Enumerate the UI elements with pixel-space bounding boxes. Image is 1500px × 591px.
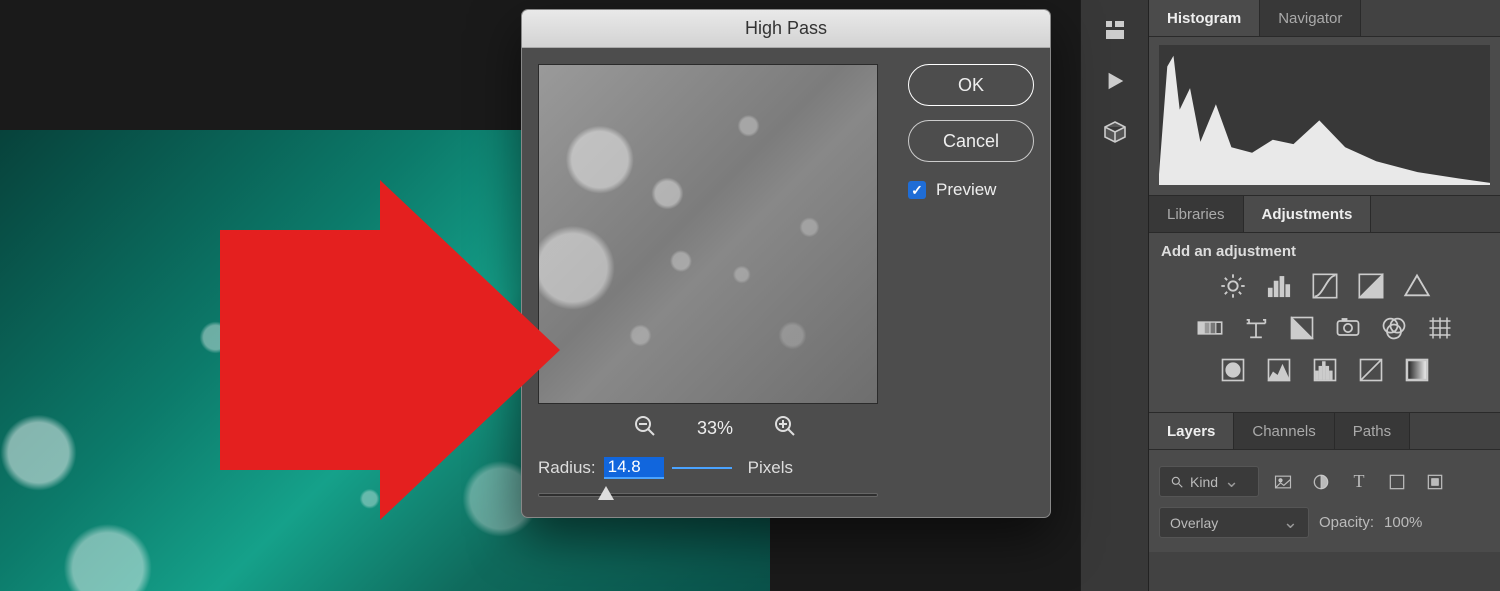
- hue-icon[interactable]: [1196, 314, 1224, 342]
- adjustments-row-1: [1161, 272, 1488, 300]
- channelmixer-icon[interactable]: [1380, 314, 1408, 342]
- colorlookup-icon[interactable]: [1426, 314, 1454, 342]
- gradient-map-icon[interactable]: [1403, 356, 1431, 384]
- invert-icon[interactable]: [1219, 356, 1247, 384]
- radius-row: Radius: 14.8 Pixels: [538, 457, 892, 479]
- radius-unit: Pixels: [748, 458, 793, 478]
- tab-histogram[interactable]: Histogram: [1149, 0, 1260, 36]
- adjustments-panel-tabs: Libraries Adjustments: [1149, 196, 1500, 233]
- filter-adjust-icon[interactable]: [1307, 468, 1335, 496]
- filter-shape-icon[interactable]: [1383, 468, 1411, 496]
- play-icon[interactable]: [1104, 70, 1126, 92]
- layers-panel-tabs: Layers Channels Paths: [1149, 413, 1500, 450]
- curves-icon[interactable]: [1311, 272, 1339, 300]
- zoom-in-icon[interactable]: [773, 414, 797, 443]
- high-pass-dialog: High Pass 33% Radius: 14.8 Pixels: [521, 9, 1051, 518]
- tab-channels[interactable]: Channels: [1234, 413, 1334, 449]
- opacity-value[interactable]: 100%: [1384, 514, 1422, 531]
- blackwhite-icon[interactable]: [1288, 314, 1316, 342]
- filter-pixel-icon[interactable]: [1269, 468, 1297, 496]
- histogram-panel: [1149, 37, 1500, 196]
- adjustments-row-3: [1161, 356, 1488, 384]
- tab-adjustments[interactable]: Adjustments: [1244, 196, 1372, 232]
- radius-label: Radius:: [538, 458, 596, 478]
- opacity-label: Opacity:: [1319, 514, 1374, 531]
- cube-icon[interactable]: [1103, 120, 1127, 144]
- ok-button[interactable]: OK: [908, 64, 1034, 106]
- histogram-panel-tabs: Histogram Navigator: [1149, 0, 1500, 37]
- filter-type-icon[interactable]: T: [1345, 468, 1373, 496]
- photofilter-icon[interactable]: [1334, 314, 1362, 342]
- adjustments-row-2: [1161, 314, 1488, 342]
- blend-mode-value: Overlay: [1170, 515, 1218, 531]
- adjustments-panel: Add an adjustment: [1149, 233, 1500, 413]
- collapsed-panel-strip: [1080, 0, 1148, 591]
- tab-navigator[interactable]: Navigator: [1260, 0, 1361, 36]
- threshold-icon[interactable]: [1311, 356, 1339, 384]
- layers-blend-row: Overlay ⌄ Opacity: 100%: [1159, 507, 1490, 538]
- layers-panel: Kind ⌄ T Overlay ⌄ Opacity: 100%: [1149, 450, 1500, 552]
- panel-icon-arrange[interactable]: [1103, 18, 1127, 42]
- vibrance-icon[interactable]: [1403, 272, 1431, 300]
- radius-input[interactable]: 14.8: [604, 457, 664, 479]
- right-panels: Histogram Navigator Libraries Adjustment…: [1148, 0, 1500, 591]
- exposure-icon[interactable]: [1357, 272, 1385, 300]
- blend-mode-dropdown[interactable]: Overlay ⌄: [1159, 507, 1309, 538]
- layer-filter-dropdown[interactable]: Kind ⌄: [1159, 466, 1259, 497]
- histogram-graph: [1159, 45, 1490, 185]
- cancel-button[interactable]: Cancel: [908, 120, 1034, 162]
- checkbox-icon[interactable]: ✓: [908, 181, 926, 199]
- zoom-level: 33%: [697, 418, 733, 439]
- layers-filter-row: Kind ⌄ T: [1159, 466, 1490, 497]
- dialog-title-text: High Pass: [745, 18, 827, 39]
- levels-icon[interactable]: [1265, 272, 1293, 300]
- color-balance-icon[interactable]: [1242, 314, 1270, 342]
- selective-color-icon[interactable]: [1357, 356, 1385, 384]
- tab-libraries[interactable]: Libraries: [1149, 196, 1244, 232]
- dialog-title: High Pass: [522, 10, 1050, 48]
- chevron-down-icon: ⌄: [1224, 471, 1239, 492]
- layer-filter-label: Kind: [1190, 474, 1218, 490]
- radius-underline: [672, 467, 732, 469]
- chevron-down-icon: ⌄: [1283, 512, 1298, 533]
- filter-smart-icon[interactable]: [1421, 468, 1449, 496]
- preview-checkbox-label: Preview: [936, 180, 996, 200]
- filter-preview-image[interactable]: [538, 64, 878, 404]
- preview-checkbox-row[interactable]: ✓ Preview: [908, 180, 1034, 200]
- adjustments-heading: Add an adjustment: [1161, 243, 1488, 260]
- tab-layers[interactable]: Layers: [1149, 413, 1234, 449]
- tab-paths[interactable]: Paths: [1335, 413, 1410, 449]
- zoom-out-icon[interactable]: [633, 414, 657, 443]
- radius-slider[interactable]: [538, 493, 878, 497]
- slider-thumb-icon[interactable]: [598, 486, 614, 500]
- posterize-icon[interactable]: [1265, 356, 1293, 384]
- brightness-icon[interactable]: [1219, 272, 1247, 300]
